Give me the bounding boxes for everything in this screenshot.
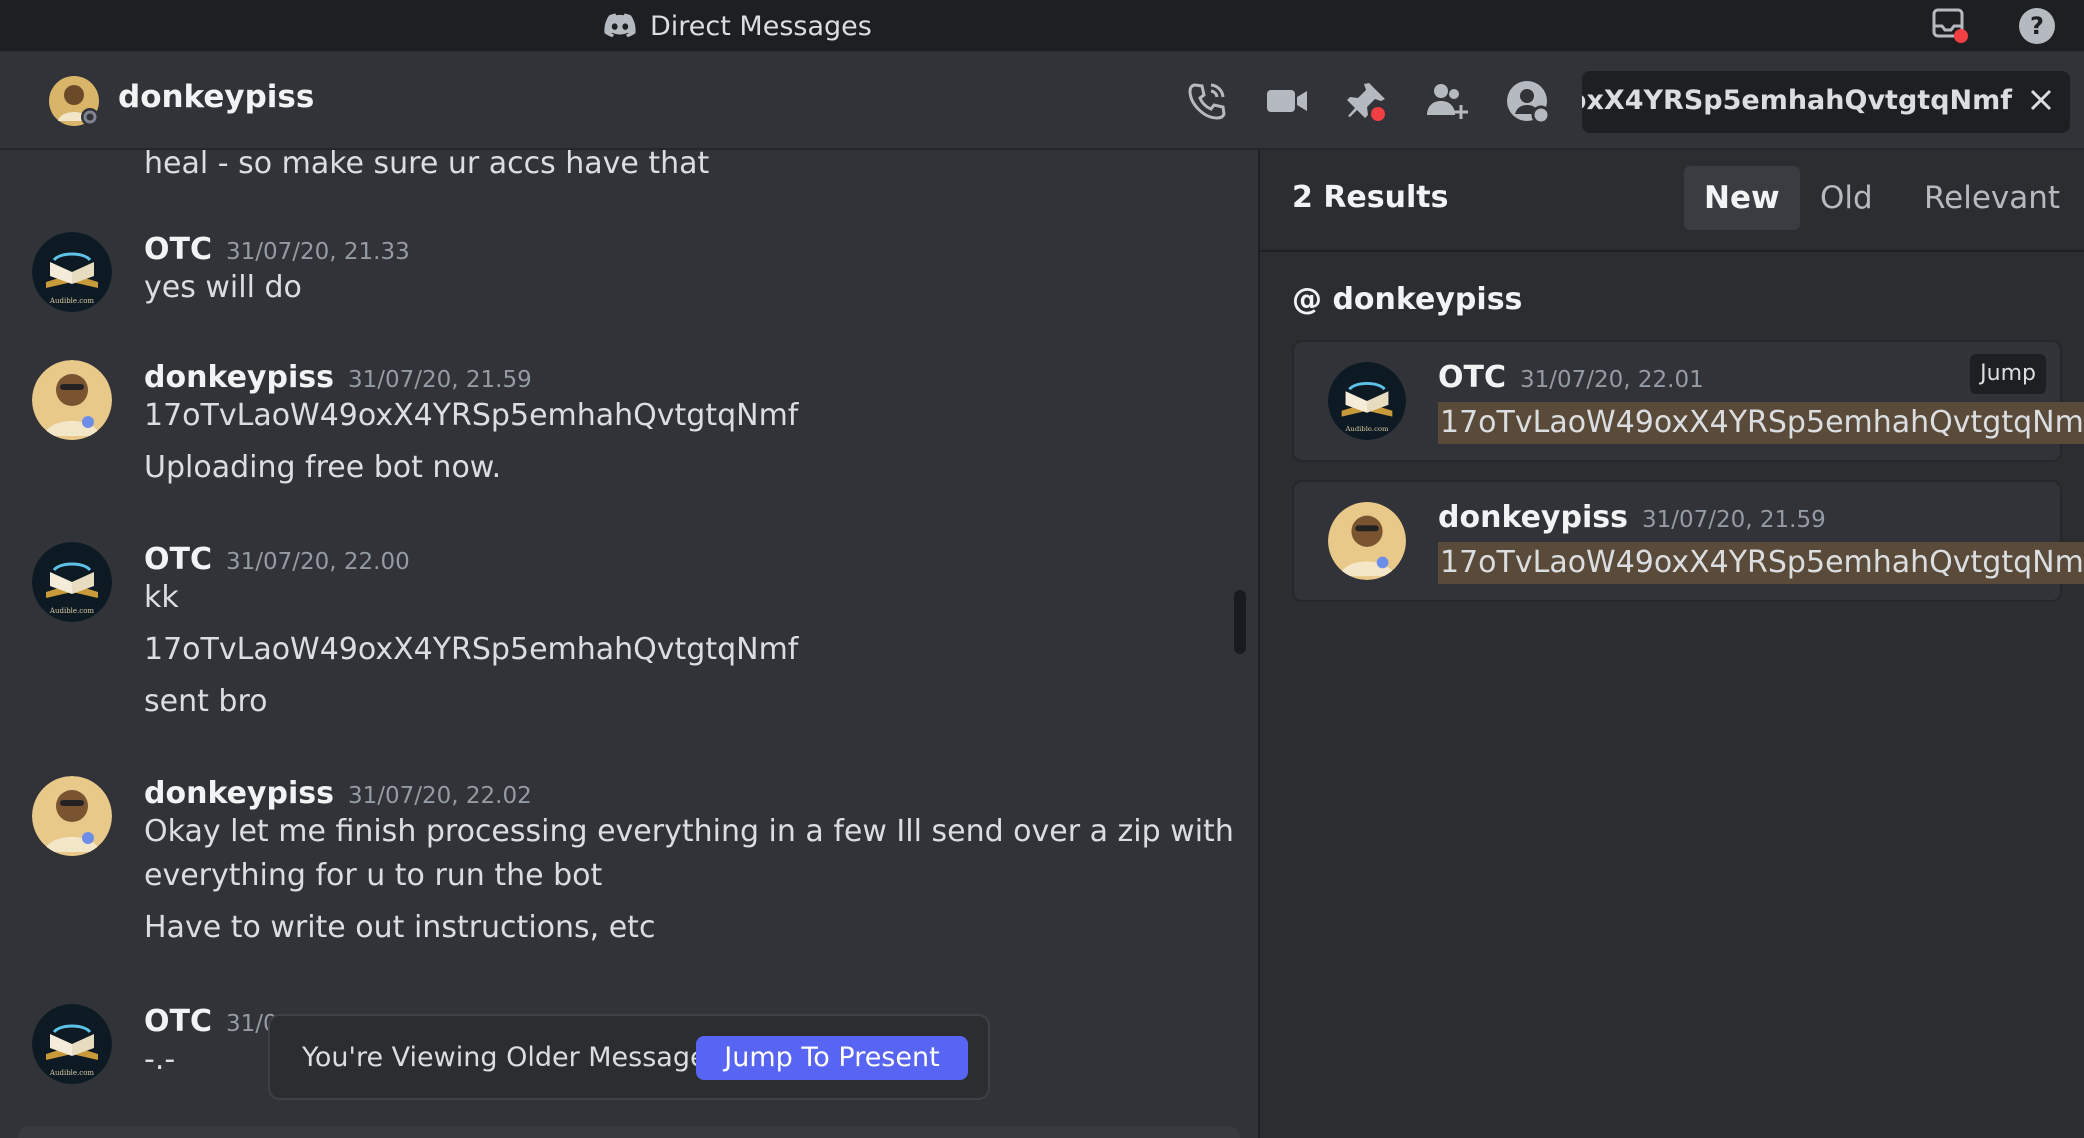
message-text: -.-: [144, 1042, 176, 1077]
author-name[interactable]: OTC: [144, 1004, 212, 1039]
channel-name: donkeypiss: [118, 79, 315, 115]
timestamp: 31/07/20, 21.59: [1641, 507, 1826, 533]
message-text: Okay let me finish processing everything…: [144, 814, 1234, 849]
timestamp: 31/07/20, 22.02: [347, 783, 532, 809]
author-name[interactable]: OTC: [1438, 360, 1506, 395]
avatar[interactable]: Audible.com: [32, 1004, 112, 1084]
jump-to-present-button[interactable]: Jump To Present: [696, 1036, 968, 1080]
search-result[interactable]: Audible.com OTC 31/07/20, 22.01 17oTvLaoW…: [1292, 340, 2084, 462]
close-icon[interactable]: [2024, 83, 2058, 117]
author-name[interactable]: OTC: [144, 542, 212, 577]
svg-text:Audible.com: Audible.com: [49, 607, 95, 615]
message-text: everything for u to run the bot: [144, 858, 603, 893]
window-title: Direct Messages: [604, 6, 872, 46]
message-text: kk: [144, 580, 179, 615]
tab-relevant[interactable]: Relevant: [1904, 166, 2080, 230]
older-messages-banner: You're Viewing Older Messages Jump To Pr…: [268, 1014, 990, 1100]
avatar[interactable]: [48, 75, 100, 127]
result-content: 17oTvLaoW49oxX4YRSp5emhahQvtgtqNmf: [1438, 402, 2084, 444]
avatar[interactable]: [1328, 502, 1406, 580]
message-author[interactable]: donkeypiss 31/07/20, 21.59: [144, 360, 532, 395]
older-messages-text: You're Viewing Older Messages: [302, 1042, 721, 1073]
search-result[interactable]: donkeypiss 31/07/20, 21.59 17oTvLaoW49oxX…: [1292, 480, 2084, 602]
message-list[interactable]: heal - so make sure ur accs have that Au…: [0, 150, 1257, 1138]
svg-text:Audible.com: Audible.com: [49, 297, 95, 305]
author-name[interactable]: donkeypiss: [1438, 500, 1628, 535]
svg-text:Audible.com: Audible.com: [49, 1069, 95, 1077]
message-text: Uploading free bot now.: [144, 450, 502, 485]
call-icon[interactable]: [1183, 77, 1231, 125]
avatar[interactable]: Audible.com: [1328, 362, 1406, 440]
results-count: 2 Results: [1292, 180, 1449, 215]
help-icon[interactable]: ?: [2015, 4, 2059, 48]
message-author[interactable]: OTC 31/07/20, 22.00: [144, 542, 410, 577]
message-text: yes will do: [144, 270, 302, 305]
message-composer[interactable]: [18, 1126, 1240, 1138]
avatar[interactable]: Audible.com: [32, 232, 112, 312]
search-query: 17oTvLaoW49oxX4YRSp5emhahQvtgtqNmf: [1582, 85, 2012, 116]
svg-text:?: ?: [2030, 12, 2044, 40]
result-author[interactable]: OTC 31/07/20, 22.01: [1438, 360, 1704, 395]
search-input[interactable]: 17oTvLaoW49oxX4YRSp5emhahQvtgtqNmf: [1582, 71, 2070, 133]
search-results-panel: 2 Results New Old Relevant @ donkeypiss …: [1258, 150, 2084, 1138]
user-profile-icon[interactable]: [1503, 77, 1551, 125]
result-author[interactable]: donkeypiss 31/07/20, 21.59: [1438, 500, 1826, 535]
author-name[interactable]: donkeypiss: [144, 360, 334, 395]
jump-button[interactable]: Jump: [1970, 354, 2046, 394]
title-bar: Direct Messages ?: [0, 0, 2084, 52]
inbox-icon[interactable]: [1928, 4, 1972, 48]
author-name[interactable]: OTC: [144, 232, 212, 267]
message-text: 17oTvLaoW49oxX4YRSp5emhahQvtgtqNmf: [144, 632, 799, 667]
timestamp: 31/07/20, 21.59: [347, 367, 532, 393]
tab-old[interactable]: Old: [1800, 166, 1893, 230]
svg-text:Audible.com: Audible.com: [1345, 425, 1390, 433]
timestamp: 31/07/20, 21.33: [225, 239, 410, 265]
author-name[interactable]: donkeypiss: [144, 776, 334, 811]
result-channel-label[interactable]: @ donkeypiss: [1292, 282, 1522, 317]
avatar[interactable]: Audible.com: [32, 542, 112, 622]
tab-new[interactable]: New: [1684, 166, 1800, 230]
discord-logo-icon: [604, 13, 636, 38]
channel-header: donkeypiss 17oTvLaoW49oxX4YRSp5emhahQvtg…: [0, 53, 2084, 150]
message-text: Have to write out instructions, etc: [144, 910, 656, 945]
divider: [1260, 250, 2084, 252]
timestamp: 31/07/20, 22.00: [225, 549, 410, 575]
message-author[interactable]: donkeypiss 31/07/20, 22.02: [144, 776, 532, 811]
result-content: 17oTvLaoW49oxX4YRSp5emhahQvtgtqNmf: [1438, 542, 2084, 584]
message-text: 17oTvLaoW49oxX4YRSp5emhahQvtgtqNmf: [144, 398, 799, 433]
message-text: sent bro: [144, 684, 268, 719]
add-friend-icon[interactable]: [1423, 77, 1471, 125]
pin-icon[interactable]: [1343, 77, 1391, 125]
scrollbar[interactable]: [1234, 590, 1246, 654]
message-author[interactable]: OTC 31/07/20, 21.33: [144, 232, 410, 267]
avatar[interactable]: [32, 360, 112, 440]
video-icon[interactable]: [1263, 77, 1311, 125]
avatar[interactable]: [32, 776, 112, 856]
message-text: heal - so make sure ur accs have that: [144, 150, 710, 181]
window-title-text: Direct Messages: [650, 10, 872, 42]
timestamp: 31/07/20, 22.01: [1519, 367, 1704, 393]
